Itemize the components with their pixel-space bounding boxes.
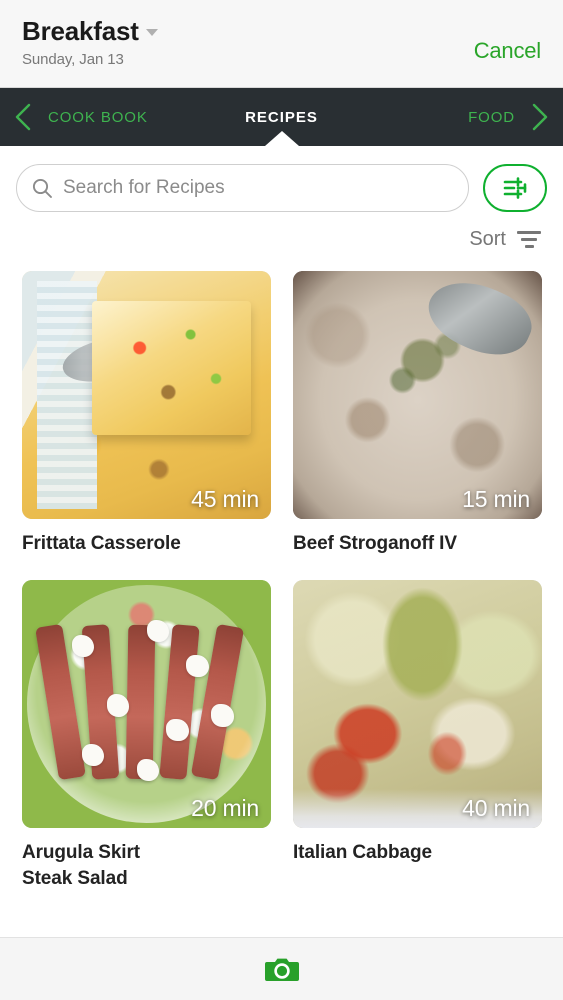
cook-time-badge: 15 min <box>462 486 530 512</box>
sort-control[interactable]: Sort <box>0 212 563 251</box>
camera-icon <box>264 958 299 981</box>
filter-button[interactable] <box>483 164 547 212</box>
italian-cabbage-photo <box>293 580 542 829</box>
recipe-image[interactable]: 20 min <box>22 580 271 829</box>
recipe-card-italian-cabbage[interactable]: 40 min Italian Cabbage <box>293 580 542 891</box>
recipe-title: Arugula Skirt Steak Salad <box>22 842 140 889</box>
recipe-card-frittata-casserole[interactable]: 45 min Frittata Casserole <box>22 271 271 556</box>
beef-stroganoff-photo <box>293 271 542 519</box>
next-section-button[interactable] <box>517 102 563 132</box>
meal-date: Sunday, Jan 13 <box>22 51 124 68</box>
recipe-card-beef-stroganoff-iv[interactable]: 15 min Beef Stroganoff IV <box>293 271 542 556</box>
recipe-card-arugula-skirt-steak-salad[interactable]: 20 min Arugula Skirt Steak Salad <box>22 580 271 891</box>
cancel-button[interactable]: Cancel <box>474 38 541 64</box>
camera-button[interactable] <box>264 955 299 983</box>
search-box[interactable] <box>16 164 469 212</box>
nav-item-cook-book[interactable]: COOK BOOK <box>48 109 148 126</box>
recipe-title: Beef Stroganoff IV <box>293 533 457 554</box>
cook-time-badge: 45 min <box>191 486 259 512</box>
recipe-image[interactable]: 40 min <box>293 580 542 829</box>
nav-item-recipes[interactable]: RECIPES <box>245 109 318 126</box>
meal-selector[interactable]: Breakfast <box>22 16 158 47</box>
sort-lines-icon <box>517 231 541 248</box>
nav-item-food[interactable]: FOOD <box>468 109 515 126</box>
caret-down-icon <box>145 29 158 36</box>
app-header: Breakfast Sunday, Jan 13 Cancel <box>0 0 563 88</box>
active-tab-pointer <box>264 131 299 146</box>
frittata-casserole-photo <box>22 271 271 519</box>
cook-time-badge: 20 min <box>191 795 259 822</box>
recipe-image[interactable]: 45 min <box>22 271 271 519</box>
chevron-left-icon <box>15 103 31 131</box>
recipe-title: Frittata Casserole <box>22 533 181 554</box>
recipes-screen: Breakfast Sunday, Jan 13 Cancel COOK BOO… <box>0 0 563 1000</box>
chevron-right-icon <box>532 103 548 131</box>
bottom-toolbar <box>0 937 563 1000</box>
search-input[interactable] <box>63 177 454 199</box>
search-icon <box>32 178 52 198</box>
recipe-image[interactable]: 15 min <box>293 271 542 519</box>
section-navbar: COOK BOOK RECIPES FOOD <box>0 88 563 146</box>
page-title: Breakfast <box>22 16 139 46</box>
cook-time-badge: 40 min <box>462 795 530 822</box>
recipe-title: Italian Cabbage <box>293 842 432 864</box>
recipe-grid: 45 min Frittata Casserole 15 min Beef St… <box>0 251 563 891</box>
search-row <box>0 146 563 212</box>
arugula-skirt-steak-salad-photo <box>22 580 271 829</box>
sort-label: Sort <box>469 228 506 250</box>
sliders-icon <box>503 177 527 199</box>
prev-section-button[interactable] <box>0 102 46 132</box>
